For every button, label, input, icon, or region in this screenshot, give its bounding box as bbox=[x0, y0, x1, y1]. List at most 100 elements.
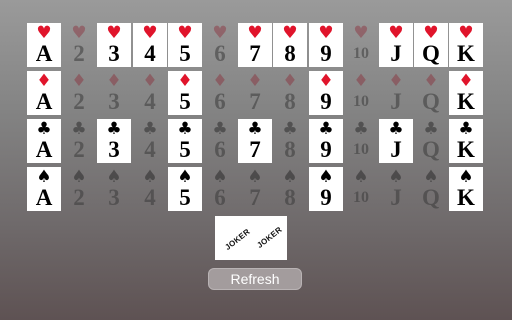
clubs-suit-icon: ♣ bbox=[177, 119, 193, 139]
card-q-of-spades[interactable]: ♠ Q bbox=[414, 167, 448, 211]
spades-suit-icon: ♠ bbox=[247, 167, 263, 187]
card-rank: 7 bbox=[249, 89, 261, 114]
card-a-of-clubs[interactable]: ♣ A bbox=[27, 119, 61, 163]
card-7-of-spades[interactable]: ♠ 7 bbox=[238, 167, 272, 211]
card-rank: 9 bbox=[320, 41, 332, 66]
hearts-suit-icon: ♥ bbox=[353, 23, 369, 43]
card-rank: 10 bbox=[353, 93, 369, 110]
card-rank: A bbox=[35, 137, 53, 162]
card-rank: 3 bbox=[108, 89, 120, 114]
refresh-button[interactable]: Refresh bbox=[208, 268, 302, 290]
card-a-of-hearts[interactable]: ♥ A bbox=[27, 23, 61, 67]
card-7-of-clubs[interactable]: ♣ 7 bbox=[238, 119, 272, 163]
card-9-of-hearts[interactable]: ♥ 9 bbox=[309, 23, 343, 67]
diamonds-suit-icon: ♦ bbox=[36, 71, 52, 91]
diamonds-row: ♦ A ♦ 2 ♦ 3 ♦ 4 ♦ 5 ♦ 6 ♦ 7 ♦ 8 ♦ 9 ♦ 10 ♦ J ♦ Q ♦ K bbox=[27, 71, 484, 115]
card-rank: Q bbox=[422, 41, 440, 66]
card-rank: 9 bbox=[320, 185, 332, 210]
card-5-of-diamonds[interactable]: ♦ 5 bbox=[168, 71, 202, 115]
card-5-of-spades[interactable]: ♠ 5 bbox=[168, 167, 202, 211]
card-rank: K bbox=[457, 41, 475, 66]
card-rank: 9 bbox=[320, 89, 332, 114]
card-5-of-clubs[interactable]: ♣ 5 bbox=[168, 119, 202, 163]
card-k-of-clubs[interactable]: ♣ K bbox=[449, 119, 483, 163]
hearts-suit-icon: ♥ bbox=[106, 23, 122, 43]
diamonds-suit-icon: ♦ bbox=[423, 71, 439, 91]
card-2-of-hearts[interactable]: ♥ 2 bbox=[62, 23, 96, 67]
card-6-of-hearts[interactable]: ♥ 6 bbox=[203, 23, 237, 67]
card-q-of-diamonds[interactable]: ♦ Q bbox=[414, 71, 448, 115]
card-10-of-spades[interactable]: ♠ 10 bbox=[344, 167, 378, 211]
card-rank: 2 bbox=[73, 185, 85, 210]
card-2-of-diamonds[interactable]: ♦ 2 bbox=[62, 71, 96, 115]
diamonds-suit-icon: ♦ bbox=[177, 71, 193, 91]
card-4-of-spades[interactable]: ♠ 4 bbox=[133, 167, 167, 211]
card-k-of-hearts[interactable]: ♥ K bbox=[449, 23, 483, 67]
card-8-of-diamonds[interactable]: ♦ 8 bbox=[273, 71, 307, 115]
clubs-row: ♣ A ♣ 2 ♣ 3 ♣ 4 ♣ 5 ♣ 6 ♣ 7 ♣ 8 ♣ 9 ♣ 10 ♣ J ♣ Q ♣ K bbox=[27, 119, 484, 163]
card-4-of-clubs[interactable]: ♣ 4 bbox=[133, 119, 167, 163]
card-rank: J bbox=[390, 137, 402, 162]
card-9-of-diamonds[interactable]: ♦ 9 bbox=[309, 71, 343, 115]
card-2-of-spades[interactable]: ♠ 2 bbox=[62, 167, 96, 211]
spades-suit-icon: ♠ bbox=[142, 167, 158, 187]
card-10-of-diamonds[interactable]: ♦ 10 bbox=[344, 71, 378, 115]
card-5-of-hearts[interactable]: ♥ 5 bbox=[168, 23, 202, 67]
card-9-of-spades[interactable]: ♠ 9 bbox=[309, 167, 343, 211]
card-rank: A bbox=[35, 185, 53, 210]
card-j-of-clubs[interactable]: ♣ J bbox=[379, 119, 413, 163]
card-rank: 7 bbox=[249, 41, 261, 66]
card-6-of-clubs[interactable]: ♣ 6 bbox=[203, 119, 237, 163]
card-rank: 8 bbox=[284, 137, 296, 162]
card-rank: Q bbox=[422, 137, 440, 162]
card-a-of-spades[interactable]: ♠ A bbox=[27, 167, 61, 211]
joker-text-left: JOKER bbox=[223, 227, 252, 252]
card-8-of-clubs[interactable]: ♣ 8 bbox=[273, 119, 307, 163]
card-j-of-hearts[interactable]: ♥ J bbox=[379, 23, 413, 67]
card-6-of-spades[interactable]: ♠ 6 bbox=[203, 167, 237, 211]
card-k-of-diamonds[interactable]: ♦ K bbox=[449, 71, 483, 115]
card-7-of-diamonds[interactable]: ♦ 7 bbox=[238, 71, 272, 115]
joker-card[interactable]: JOKER JOKER bbox=[215, 216, 287, 260]
clubs-suit-icon: ♣ bbox=[353, 119, 369, 139]
clubs-suit-icon: ♣ bbox=[106, 119, 122, 139]
card-rank: 8 bbox=[284, 41, 296, 66]
card-9-of-clubs[interactable]: ♣ 9 bbox=[309, 119, 343, 163]
card-3-of-clubs[interactable]: ♣ 3 bbox=[97, 119, 131, 163]
card-8-of-hearts[interactable]: ♥ 8 bbox=[273, 23, 307, 67]
card-rank: 3 bbox=[108, 41, 120, 66]
card-10-of-clubs[interactable]: ♣ 10 bbox=[344, 119, 378, 163]
diamonds-suit-icon: ♦ bbox=[318, 71, 334, 91]
card-rank: 8 bbox=[284, 185, 296, 210]
hearts-suit-icon: ♥ bbox=[388, 23, 404, 43]
card-4-of-hearts[interactable]: ♥ 4 bbox=[133, 23, 167, 67]
clubs-suit-icon: ♣ bbox=[423, 119, 439, 139]
card-8-of-spades[interactable]: ♠ 8 bbox=[273, 167, 307, 211]
card-j-of-diamonds[interactable]: ♦ J bbox=[379, 71, 413, 115]
card-rank: 6 bbox=[214, 89, 226, 114]
card-4-of-diamonds[interactable]: ♦ 4 bbox=[133, 71, 167, 115]
hearts-suit-icon: ♥ bbox=[212, 23, 228, 43]
hearts-row: ♥ A ♥ 2 ♥ 3 ♥ 4 ♥ 5 ♥ 6 ♥ 7 ♥ 8 ♥ 9 ♥ 10 ♥ J ♥ Q ♥ K bbox=[27, 23, 484, 67]
card-q-of-hearts[interactable]: ♥ Q bbox=[414, 23, 448, 67]
card-7-of-hearts[interactable]: ♥ 7 bbox=[238, 23, 272, 67]
spades-row: ♠ A ♠ 2 ♠ 3 ♠ 4 ♠ 5 ♠ 6 ♠ 7 ♠ 8 ♠ 9 ♠ 10 ♠ J ♠ Q ♠ K bbox=[27, 167, 484, 211]
card-6-of-diamonds[interactable]: ♦ 6 bbox=[203, 71, 237, 115]
card-q-of-clubs[interactable]: ♣ Q bbox=[414, 119, 448, 163]
card-k-of-spades[interactable]: ♠ K bbox=[449, 167, 483, 211]
hearts-suit-icon: ♥ bbox=[71, 23, 87, 43]
card-rank: 3 bbox=[108, 137, 120, 162]
card-rank: 7 bbox=[249, 137, 261, 162]
card-a-of-diamonds[interactable]: ♦ A bbox=[27, 71, 61, 115]
card-rank: J bbox=[390, 185, 402, 210]
card-rank: 4 bbox=[144, 137, 156, 162]
card-10-of-hearts[interactable]: ♥ 10 bbox=[344, 23, 378, 67]
card-2-of-clubs[interactable]: ♣ 2 bbox=[62, 119, 96, 163]
card-3-of-hearts[interactable]: ♥ 3 bbox=[97, 23, 131, 67]
card-rank: 10 bbox=[353, 189, 369, 206]
card-j-of-spades[interactable]: ♠ J bbox=[379, 167, 413, 211]
card-rank: 6 bbox=[214, 137, 226, 162]
card-3-of-diamonds[interactable]: ♦ 3 bbox=[97, 71, 131, 115]
card-3-of-spades[interactable]: ♠ 3 bbox=[97, 167, 131, 211]
hearts-suit-icon: ♥ bbox=[247, 23, 263, 43]
